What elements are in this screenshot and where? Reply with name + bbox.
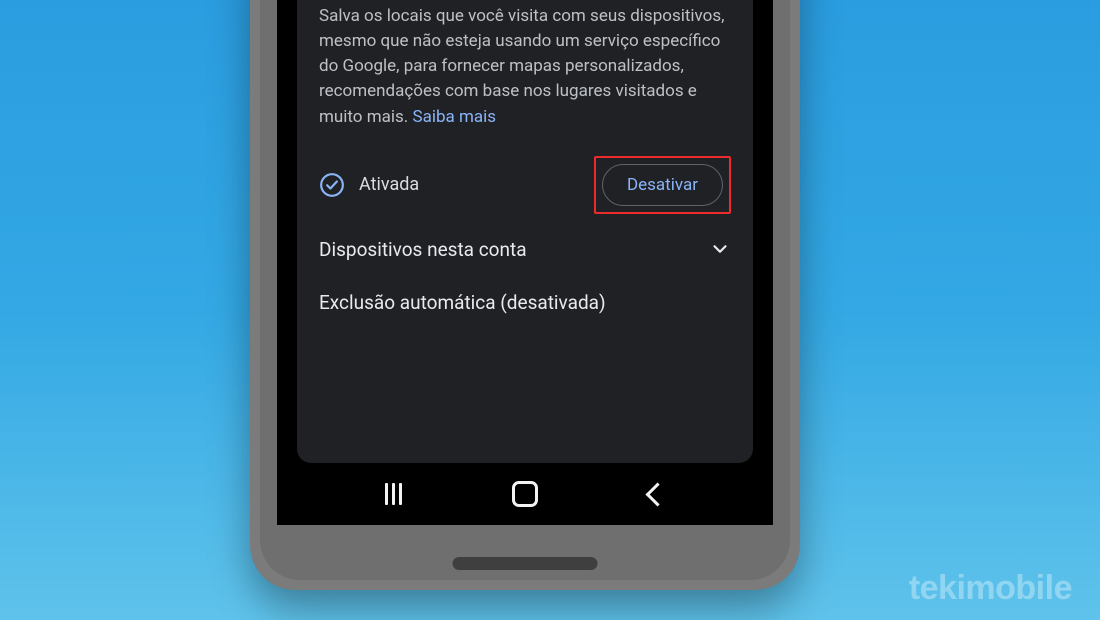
section-description: Salva os locais que você visita com seus…	[319, 4, 731, 130]
phone-screen: Histórico de localização Salva os locais…	[277, 0, 773, 525]
home-indicator	[453, 557, 598, 570]
android-nav-bar	[277, 463, 773, 525]
recents-icon	[385, 483, 402, 505]
auto-delete-label: Exclusão automática (desativada)	[319, 291, 606, 314]
watermark: tekimobile	[909, 569, 1072, 608]
status-label: Ativada	[359, 174, 419, 195]
devices-row[interactable]: Dispositivos nesta conta	[319, 214, 731, 279]
back-icon	[645, 482, 669, 506]
check-circle-icon	[319, 172, 345, 198]
devices-label: Dispositivos nesta conta	[319, 238, 527, 261]
chevron-down-icon	[709, 238, 731, 260]
highlight-annotation: Desativar	[594, 156, 731, 214]
disable-button[interactable]: Desativar	[602, 164, 723, 206]
back-button[interactable]	[643, 480, 671, 508]
status-indicator: Ativada	[319, 172, 419, 198]
recents-button[interactable]	[379, 480, 407, 508]
auto-delete-row[interactable]: Exclusão automática (desativada)	[319, 279, 731, 314]
location-history-card: Histórico de localização Salva os locais…	[297, 0, 753, 463]
description-text: Salva os locais que você visita com seus…	[319, 6, 724, 127]
home-icon	[512, 481, 538, 507]
home-button[interactable]	[511, 480, 539, 508]
phone-bezel: Histórico de localização Salva os locais…	[260, 0, 790, 580]
phone-frame: Histórico de localização Salva os locais…	[250, 0, 800, 590]
learn-more-link[interactable]: Saiba mais	[412, 107, 496, 127]
